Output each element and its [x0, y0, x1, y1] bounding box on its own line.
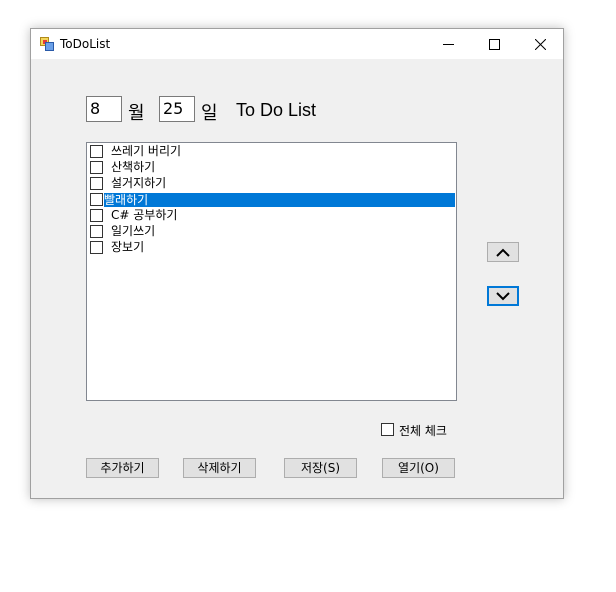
day-input[interactable]: 25: [159, 96, 195, 122]
list-item[interactable]: 장보기: [88, 240, 455, 256]
item-label: 쓰레기 버리기: [111, 144, 182, 158]
item-checkbox[interactable]: [90, 161, 103, 174]
close-button[interactable]: [517, 29, 563, 59]
minimize-button[interactable]: [425, 29, 471, 59]
month-input[interactable]: 8: [86, 96, 122, 122]
month-label: 월: [128, 103, 145, 124]
title-bar[interactable]: ToDoList: [31, 29, 563, 59]
item-checkbox[interactable]: [90, 209, 103, 222]
list-item[interactable]: C# 공부하기: [88, 208, 455, 224]
day-label: 일: [201, 103, 218, 124]
list-item[interactable]: 쓰레기 버리기: [88, 144, 455, 160]
list-item-selected[interactable]: 빨래하기: [88, 192, 455, 208]
page-title: To Do List: [236, 100, 317, 120]
item-label: C# 공부하기: [111, 208, 178, 222]
open-button[interactable]: 열기(O): [382, 458, 455, 478]
list-item[interactable]: 일기쓰기: [88, 224, 455, 240]
check-all-label: 전체 체크: [399, 424, 447, 438]
item-label: 장보기: [111, 240, 145, 254]
save-button[interactable]: 저장(S): [284, 458, 357, 478]
chevron-down-icon: [496, 291, 510, 300]
list-item[interactable]: 산책하기: [88, 160, 455, 176]
item-checkbox[interactable]: [90, 145, 103, 158]
list-item[interactable]: 설거지하기: [88, 176, 455, 192]
item-label: 일기쓰기: [111, 224, 156, 238]
todo-checked-list[interactable]: 쓰레기 버리기 산책하기 설거지하기 빨래하기 C# 공부하기 일기쓰기 장보기: [86, 142, 457, 401]
delete-button[interactable]: 삭제하기: [183, 458, 256, 478]
item-label: 빨래하기: [104, 193, 455, 207]
move-down-button[interactable]: [487, 286, 519, 306]
item-label: 산책하기: [111, 160, 156, 174]
check-all-box[interactable]: [381, 423, 394, 436]
maximize-icon: [488, 38, 500, 50]
item-label: 설거지하기: [111, 176, 167, 190]
todolist-window: ToDoList 8 월 25 일 To Do List 쓰레기 버리기 산책하…: [30, 28, 564, 499]
item-checkbox[interactable]: [90, 177, 103, 190]
window-title: ToDoList: [60, 37, 111, 51]
close-icon: [534, 38, 546, 50]
item-checkbox[interactable]: [90, 225, 103, 238]
item-checkbox[interactable]: [90, 193, 103, 206]
minimize-icon: [442, 43, 454, 45]
move-up-button[interactable]: [487, 242, 519, 262]
maximize-button[interactable]: [471, 29, 517, 59]
add-button[interactable]: 추가하기: [86, 458, 159, 478]
item-checkbox[interactable]: [90, 241, 103, 254]
app-icon: [40, 37, 54, 51]
chevron-up-icon: [496, 248, 510, 257]
